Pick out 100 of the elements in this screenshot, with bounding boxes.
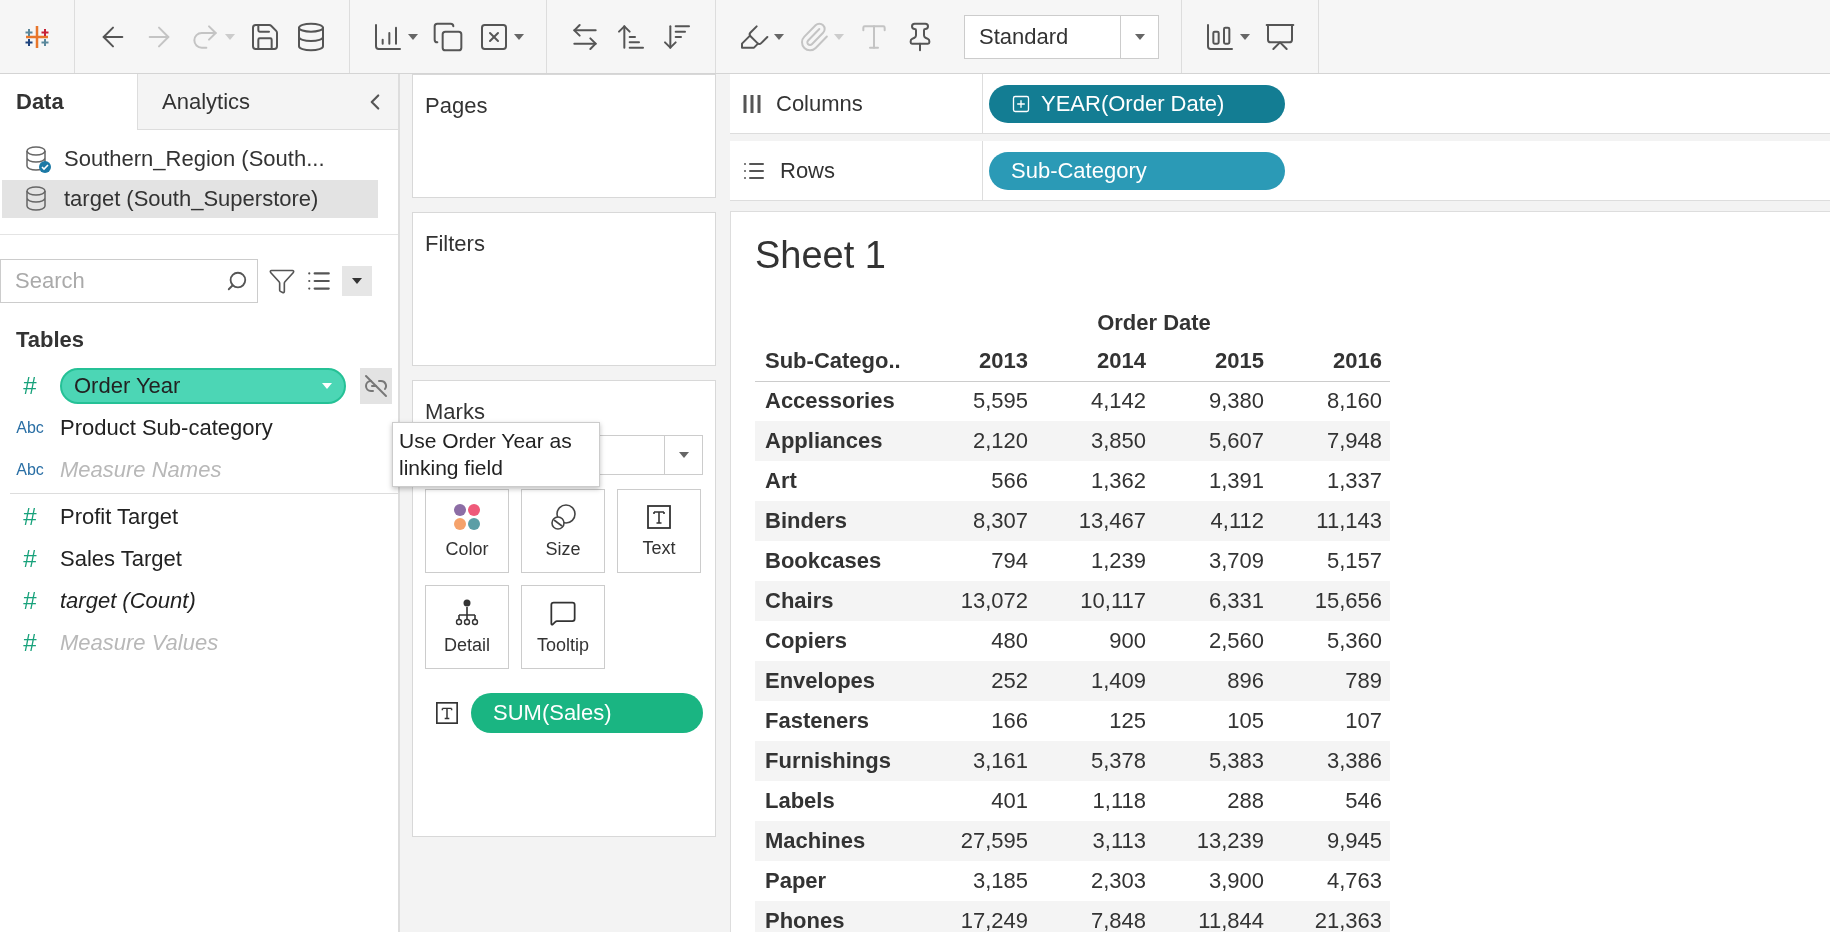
table-cell: 3,709 [1154, 541, 1272, 581]
row-header: Phones [755, 901, 918, 932]
table-cell: 566 [918, 461, 1036, 501]
table-cell: 4,763 [1272, 861, 1390, 901]
row-header: Furnishings [755, 741, 918, 781]
copy-icon[interactable] [432, 20, 464, 53]
table-cell: 15,656 [1272, 581, 1390, 621]
filter-icon[interactable] [268, 267, 296, 295]
table-cell: 2,303 [1036, 861, 1154, 901]
field-pill[interactable]: YEAR(Order Date) [989, 84, 1285, 123]
mark-property-button[interactable]: Size [521, 489, 605, 573]
dropdown-button[interactable] [342, 266, 372, 296]
table-cell: 27,595 [918, 821, 1036, 861]
mark-property-button[interactable]: Tooltip [521, 585, 605, 669]
search-icon [226, 270, 248, 292]
analytics-tab[interactable]: Analytics [162, 88, 251, 115]
card-title: Pages [425, 93, 489, 119]
link-button[interactable] [360, 368, 392, 404]
caret-icon[interactable] [408, 33, 418, 40]
field-pill[interactable]: Order Year [60, 368, 346, 404]
row-header: Copiers [755, 621, 918, 661]
table-cell: 125 [1036, 701, 1154, 741]
table-cell: 9,380 [1154, 381, 1272, 421]
column-header: 2013 [918, 341, 1036, 381]
expand-icon[interactable] [1011, 93, 1031, 114]
table-cell: 3,900 [1154, 861, 1272, 901]
table-cell: 401 [918, 781, 1036, 821]
caret-icon[interactable] [774, 33, 784, 40]
table-cell: 1,391 [1154, 461, 1272, 501]
field-name[interactable]: Product Sub-category [60, 415, 273, 441]
sheet-title: Sheet 1 [755, 234, 887, 277]
table-cell: 5,607 [1154, 421, 1272, 461]
table-cell: 6,331 [1154, 581, 1272, 621]
table-cell: 3,386 [1272, 741, 1390, 781]
column-header: Order Date [1096, 309, 1212, 337]
caret-icon[interactable] [1240, 33, 1250, 40]
table-cell: 8,307 [918, 501, 1036, 541]
column-header: Sub-Catego.. [755, 341, 918, 381]
row-header: Chairs [755, 581, 918, 621]
mark-property-button[interactable]: Detail [425, 585, 509, 669]
table-cell: 5,360 [1272, 621, 1390, 661]
field-type-icon: Abc [16, 419, 44, 437]
table-cell: 8,160 [1272, 381, 1390, 421]
data-source-item[interactable]: target (South_Superstore) [2, 180, 378, 218]
mark-property-button[interactable]: Text [617, 489, 701, 573]
table-cell: 13,239 [1154, 821, 1272, 861]
field-type-icon: # [23, 629, 37, 657]
caret-icon[interactable] [352, 278, 362, 284]
card-title: Filters [425, 231, 486, 257]
table-cell: 1,409 [1036, 661, 1154, 701]
table-cell: 17,249 [918, 901, 1036, 932]
table-cell: 2,120 [918, 421, 1036, 461]
row-header: Envelopes [755, 661, 918, 701]
database-icon[interactable] [295, 20, 327, 53]
table-cell: 3,850 [1036, 421, 1154, 461]
caret-icon[interactable] [678, 452, 689, 458]
field-name[interactable]: Sales Target [60, 546, 182, 572]
shelf-label: Columns [730, 74, 983, 133]
row-header: Art [755, 461, 918, 501]
size-icon [549, 502, 577, 531]
mark-property-button[interactable]: Color [425, 489, 509, 573]
table-cell: 546 [1272, 781, 1390, 821]
columns-icon [742, 92, 762, 115]
table-cell: 7,948 [1272, 421, 1390, 461]
tooltip: Use Order Year as linking field [392, 422, 600, 487]
table-cell: 480 [918, 621, 1036, 661]
table-cell: 5,595 [918, 381, 1036, 421]
caret-icon[interactable] [514, 33, 524, 40]
search-field[interactable]: Search [0, 259, 258, 303]
table-cell: 4,142 [1036, 381, 1154, 421]
section-heading: Tables [15, 326, 86, 354]
card-title: Marks [425, 399, 486, 425]
table-cell: 252 [918, 661, 1036, 701]
table-cell: 900 [1036, 621, 1154, 661]
table-cell: 794 [918, 541, 1036, 581]
field-name[interactable]: target (Count) [60, 588, 196, 614]
table-cell: 166 [918, 701, 1036, 741]
table-cell: 11,844 [1154, 901, 1272, 932]
row-header: Appliances [755, 421, 918, 461]
table-cell: 107 [1272, 701, 1390, 741]
field-name[interactable]: Profit Target [60, 504, 179, 530]
table-cell: 5,157 [1272, 541, 1390, 581]
row-header: Fasteners [755, 701, 918, 741]
column-header: 2015 [1154, 341, 1272, 381]
table-cell: 10,117 [1036, 581, 1154, 621]
hierarchy-icon [454, 598, 480, 627]
table-cell: 7,848 [1036, 901, 1154, 932]
caret-icon[interactable] [1134, 33, 1145, 40]
table-cell: 105 [1154, 701, 1272, 741]
row-header: Binders [755, 501, 918, 541]
table-cell: 1,118 [1036, 781, 1154, 821]
table-cell: 1,239 [1036, 541, 1154, 581]
row-header: Paper [755, 861, 918, 901]
table-cell: 789 [1272, 661, 1390, 701]
table-cell: 11,143 [1272, 501, 1390, 541]
data-source-item[interactable]: Southern_Region (South... [2, 140, 378, 178]
table-cell: 5,383 [1154, 741, 1272, 781]
row-header: Accessories [755, 381, 918, 421]
view-size-dropdown[interactable]: Standard [964, 14, 1159, 59]
table-cell: 3,185 [918, 861, 1036, 901]
